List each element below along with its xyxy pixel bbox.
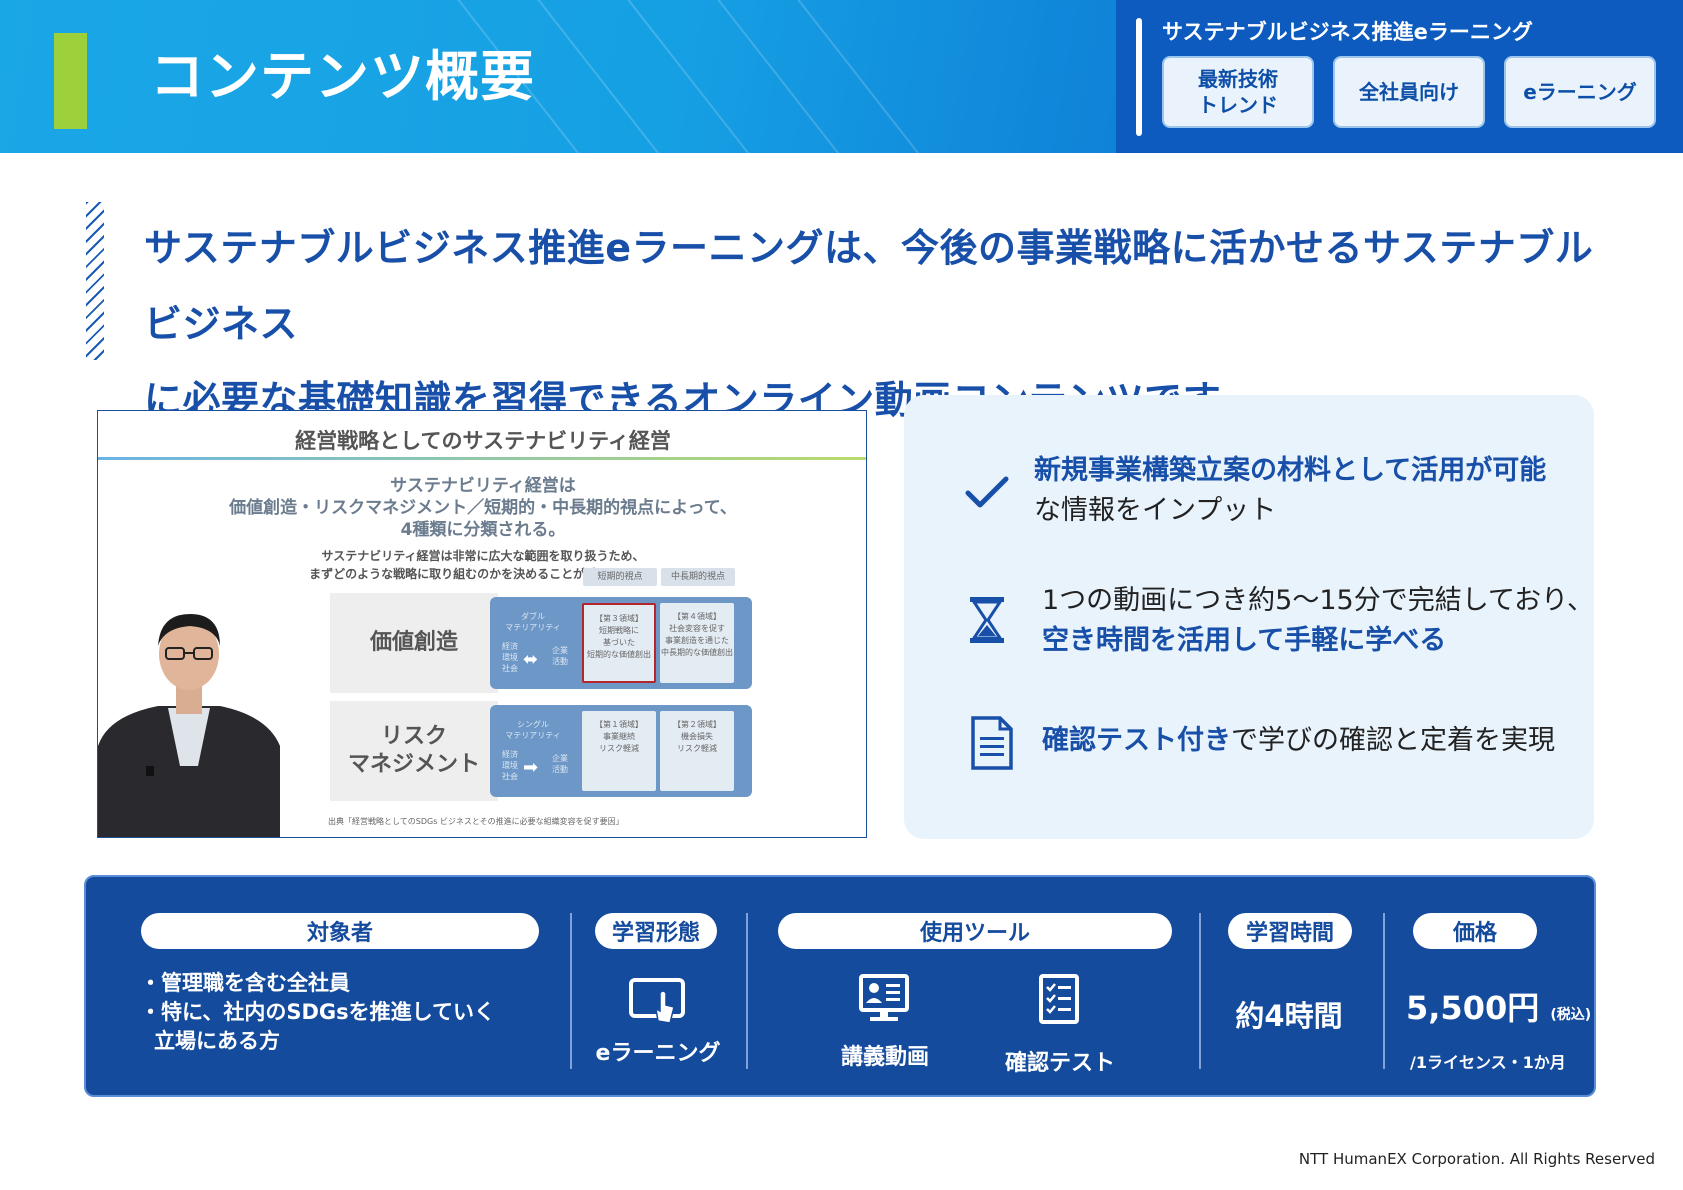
band1-left-label: ダブル マテリアリティ — [505, 612, 561, 632]
target-label: 対象者 — [141, 913, 539, 949]
target-text: ・管理職を含む全社員 ・特に、社内のSDGsを推進していく 立場にある方 — [140, 969, 495, 1056]
feature-1-bold: 新規事業構築立案の材料として活用が可能 — [1034, 455, 1547, 486]
slide-title-underline — [98, 457, 866, 460]
slide-line-1: サステナビリティ経営は — [390, 476, 576, 496]
price-unit: /1ライセンス・1か月 — [1410, 1053, 1566, 1072]
band2-right-label: 企業 活動 — [552, 754, 568, 774]
tablet-tap-icon — [629, 978, 685, 1024]
features-panel: 新規事業構築立案の材料として活用が可能 な情報をインプット 1つの動画につき約5… — [904, 395, 1594, 839]
hourglass-icon — [970, 597, 1004, 643]
format-value: eラーニング — [595, 1041, 721, 1066]
feature-2: 1つの動画につき約5～15分で完結しており、 空き時間を活用して手軽に学べる — [1042, 581, 1594, 661]
price-tax: (税込) — [1550, 1007, 1592, 1023]
tool-1: 講義動画 — [840, 1045, 929, 1070]
band1-right-label: 企業 活動 — [552, 646, 568, 666]
check-icon — [965, 476, 1009, 508]
title-accent-bar — [54, 33, 87, 129]
price-label: 価格 — [1413, 913, 1537, 949]
info-box: 対象者 ・管理職を含む全社員 ・特に、社内のSDGsを推進していく 立場にある方… — [84, 875, 1596, 1097]
tag-elearning: eラーニング — [1504, 56, 1656, 128]
course-name: サステナブルビジネス推進eラーニング — [1162, 20, 1533, 44]
row-label-value: 価値創造 — [330, 593, 498, 693]
target-line-3: 立場にある方 — [154, 1029, 280, 1053]
cell-area-1: 【第１領域】 事業継続 リスク軽減 — [582, 711, 656, 791]
cell-area-2: 【第２領域】 機会損失 リスク軽減 — [660, 711, 734, 791]
band-double-materiality: ダブル マテリアリティ 経済 環境 社会 ⬌ 企業 活動 【第３領域】 短期戦略… — [490, 597, 752, 689]
feature-2-bold: 空き時間を活用して手軽に学べる — [1042, 625, 1447, 656]
course-divider — [1136, 18, 1142, 136]
time-label: 学習時間 — [1228, 913, 1352, 949]
checklist-icon — [1039, 974, 1079, 1024]
time-value: 約4時間 — [1235, 999, 1343, 1033]
feature-3-rest: で学びの確認と定着を実現 — [1231, 725, 1555, 756]
document-icon — [971, 716, 1013, 770]
band2-left-label: シングル マテリアリティ — [505, 720, 561, 740]
video-thumbnail[interactable]: 経営戦略としてのサステナビリティ経営 サステナビリティ経営は 価値創造・リスクマ… — [97, 410, 867, 838]
target-line-2: ・特に、社内のSDGsを推進していく — [140, 1000, 496, 1024]
slide-title: 経営戦略としてのサステナビリティ経営 — [295, 429, 671, 453]
page-title: コンテンツ概要 — [150, 45, 535, 108]
band1-small-label: 経済 環境 社会 — [502, 642, 518, 673]
divider-3 — [1199, 913, 1201, 1069]
tool-2: 確認テスト — [1004, 1051, 1115, 1076]
divider-2 — [746, 913, 748, 1069]
col-header-long: 中長期的視点 — [661, 568, 735, 586]
band-single-materiality: シングル マテリアリティ 経済 環境 社会 ➡ 企業 活動 【第１領域】 事業継… — [490, 705, 752, 797]
price-value-wrap: 5,500円 (税込) — [1406, 983, 1591, 1029]
tools-label: 使用ツール — [778, 913, 1172, 949]
format-label: 学習形態 — [595, 913, 717, 949]
col-header-short: 短期的視点 — [583, 568, 657, 586]
slide-line-3: 4種類に分類される。 — [400, 520, 566, 540]
price-value: 5,500円 — [1406, 989, 1540, 1027]
cell-area-4: 【第４領域】 社会変容を促す 事業創造を通じた 中長期的な価値創出 — [660, 603, 734, 683]
slide-line-2: 価値創造・リスクマネジメント／短期的・中長期的視点によって、 — [229, 498, 737, 518]
band2-small-label: 経済 環境 社会 — [502, 750, 518, 781]
feature-3-bold: 確認テスト付き — [1042, 725, 1231, 756]
divider-1 — [570, 913, 572, 1069]
band1-arrow-icon: ⬌ — [523, 649, 539, 670]
presenter-image — [98, 614, 280, 837]
lead-line-1: サステナブルビジネス推進eラーニングは、今後の事業戦略に活かせるサステナブルビジ… — [144, 226, 1594, 346]
target-line-1: ・管理職を含む全社員 — [140, 971, 350, 995]
lead-hatch-decoration — [86, 202, 104, 360]
slide-line-5: まずどのような戦略に取り組むのかを決めることが重要となる。 — [309, 567, 657, 581]
feature-1: 新規事業構築立案の材料として活用が可能 な情報をインプット — [1034, 451, 1546, 531]
tag-tech-trend: 最新技術 トレンド — [1162, 56, 1314, 128]
row-label-risk: リスク マネジメント — [330, 701, 498, 801]
divider-4 — [1383, 913, 1385, 1069]
band2-arrow-icon: ➡ — [523, 757, 539, 778]
feature-2-rest: 1つの動画につき約5～15分で完結しており、 — [1042, 585, 1595, 616]
copyright-footer: NTT HumanEX Corporation. All Rights Rese… — [1298, 1150, 1655, 1168]
cell-area-3: 【第３領域】 短期戦略に 基づいた 短期的な価値創出 — [582, 603, 656, 683]
lecture-video-icon — [859, 974, 909, 1021]
slide-line-4: サステナビリティ経営は非常に広大な範囲を取り扱うため、 — [321, 549, 645, 563]
slide-source: 出典「経営戦略としてのSDGs ビジネスとその推進に必要な組織変容を促す要因」 — [328, 817, 624, 826]
tag-all-employees: 全社員向け — [1333, 56, 1485, 128]
feature-1-rest: な情報をインプット — [1034, 495, 1277, 526]
feature-3: 確認テスト付きで学びの確認と定着を実現 — [1042, 721, 1555, 761]
